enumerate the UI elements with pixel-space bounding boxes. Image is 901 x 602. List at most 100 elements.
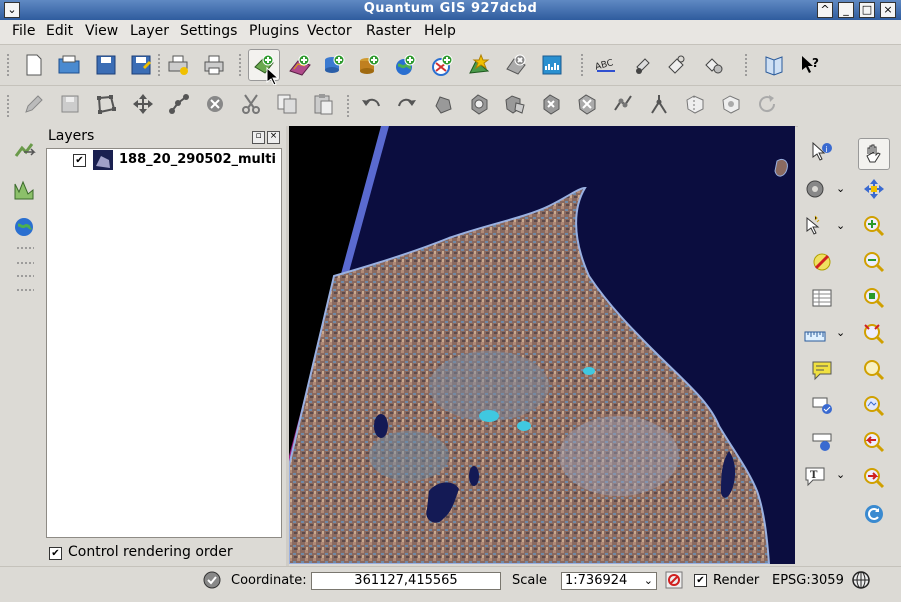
- new-spatialite-layer-icon[interactable]: [540, 53, 564, 77]
- menu-file[interactable]: File: [12, 23, 35, 39]
- select-features-icon[interactable]: [803, 214, 827, 238]
- georeferencer-icon[interactable]: [12, 215, 36, 239]
- add-feature-icon[interactable]: [94, 92, 118, 116]
- zoom-to-layer-icon[interactable]: [862, 358, 886, 382]
- pan-to-selection-icon[interactable]: [862, 177, 886, 201]
- help-contents-icon[interactable]: [762, 53, 786, 77]
- zoom-next-icon[interactable]: [862, 466, 886, 490]
- toolbar-grip[interactable]: [744, 53, 748, 77]
- menu-help[interactable]: Help: [424, 23, 456, 39]
- toolbar-grip[interactable]: [16, 288, 34, 292]
- zoom-full-icon[interactable]: [862, 286, 886, 310]
- render-checkbox[interactable]: ✔: [694, 574, 707, 587]
- toolbar-grip[interactable]: [346, 94, 350, 118]
- label-settings-icon[interactable]: [702, 53, 726, 77]
- deselect-features-icon[interactable]: [810, 250, 834, 274]
- save-edits-icon[interactable]: [58, 92, 82, 116]
- new-shapefile-icon[interactable]: [467, 53, 491, 77]
- chevron-down-icon[interactable]: ⌄: [836, 182, 845, 195]
- redo-icon[interactable]: [395, 92, 419, 116]
- text-annotation-icon[interactable]: T: [803, 464, 827, 488]
- menu-view[interactable]: View: [85, 23, 118, 39]
- menu-edit[interactable]: Edit: [46, 23, 73, 39]
- toolbar-grip[interactable]: [16, 274, 34, 278]
- crs-status[interactable]: EPSG:3059: [772, 573, 844, 588]
- copy-features-icon[interactable]: [275, 92, 299, 116]
- projection-globe-icon[interactable]: [852, 571, 870, 589]
- toolbar-grip[interactable]: [580, 53, 584, 77]
- minimize-button[interactable]: _: [838, 2, 854, 18]
- label-pin-icon[interactable]: [631, 53, 655, 77]
- remove-layer-icon[interactable]: [504, 53, 528, 77]
- show-bookmarks-icon[interactable]: [810, 430, 834, 454]
- close-button[interactable]: ×: [880, 2, 896, 18]
- coordinate-field[interactable]: 361127,415565: [311, 572, 501, 590]
- render-progress-icon[interactable]: [203, 571, 221, 589]
- attribute-table-icon[interactable]: [810, 286, 834, 310]
- close-panel-icon[interactable]: ×: [267, 131, 280, 144]
- new-project-icon[interactable]: [22, 53, 46, 77]
- menu-plugins[interactable]: Plugins: [249, 23, 299, 39]
- label-show-hide-icon[interactable]: [665, 53, 689, 77]
- add-part-icon[interactable]: [503, 92, 527, 116]
- toolbar-grip[interactable]: [6, 94, 10, 118]
- undo-icon[interactable]: [359, 92, 383, 116]
- open-project-icon[interactable]: [57, 53, 81, 77]
- zoom-native-resolution-icon[interactable]: [862, 394, 886, 418]
- delete-part-icon[interactable]: [575, 92, 599, 116]
- delete-ring-icon[interactable]: [539, 92, 563, 116]
- add-spatialite-layer-icon[interactable]: [357, 53, 381, 77]
- rotate-symbols-icon[interactable]: [755, 92, 779, 116]
- shade-button[interactable]: ^: [817, 2, 833, 18]
- toolbar-grip[interactable]: [16, 261, 34, 265]
- map-canvas[interactable]: [289, 126, 795, 564]
- menu-raster[interactable]: Raster: [366, 23, 411, 39]
- add-raster-layer-icon[interactable]: [288, 53, 312, 77]
- merge-features-icon[interactable]: [683, 92, 707, 116]
- identify-features-icon[interactable]: i: [810, 140, 834, 164]
- maximize-button[interactable]: □: [859, 2, 875, 18]
- toolbar-grip[interactable]: [6, 53, 10, 77]
- toolbar-grip[interactable]: [238, 53, 242, 77]
- split-features-icon[interactable]: [647, 92, 671, 116]
- save-project-icon[interactable]: [94, 53, 118, 77]
- menu-settings[interactable]: Settings: [180, 23, 237, 39]
- print-icon[interactable]: [202, 53, 226, 77]
- delete-selected-icon[interactable]: [203, 92, 227, 116]
- node-tool-icon[interactable]: [167, 92, 191, 116]
- terrain-profile-icon[interactable]: [12, 178, 36, 202]
- stop-rendering-icon[interactable]: [665, 571, 683, 589]
- gps-tracking-icon[interactable]: [12, 140, 36, 164]
- merge-attributes-icon[interactable]: [719, 92, 743, 116]
- measure-line-icon[interactable]: [803, 324, 827, 348]
- settings-gear-icon[interactable]: [803, 177, 827, 201]
- chevron-down-icon[interactable]: ⌄: [836, 219, 845, 232]
- move-feature-icon[interactable]: [131, 92, 155, 116]
- cut-features-icon[interactable]: [239, 92, 263, 116]
- add-ring-icon[interactable]: [467, 92, 491, 116]
- print-composer-icon[interactable]: [166, 53, 190, 77]
- chevron-down-icon[interactable]: ⌄: [836, 326, 845, 339]
- save-as-icon[interactable]: [129, 53, 153, 77]
- whats-this-icon[interactable]: ?: [798, 53, 822, 77]
- map-tips-icon[interactable]: [810, 358, 834, 382]
- menu-layer[interactable]: Layer: [130, 23, 169, 39]
- layer-visibility-checkbox[interactable]: ✔: [73, 154, 86, 167]
- paste-features-icon[interactable]: [311, 92, 335, 116]
- zoom-to-selection-icon[interactable]: [862, 322, 886, 346]
- add-wms-layer-icon[interactable]: [393, 53, 417, 77]
- reshape-features-icon[interactable]: [611, 92, 635, 116]
- control-rendering-order-checkbox[interactable]: ✔: [49, 547, 62, 560]
- layer-item[interactable]: ✔ 188_20_290502_multi: [47, 149, 281, 171]
- scale-combo[interactable]: 1:736924 ⌄: [561, 572, 657, 590]
- simplify-feature-icon[interactable]: [431, 92, 455, 116]
- zoom-last-icon[interactable]: [862, 430, 886, 454]
- toggle-editing-icon[interactable]: [22, 92, 46, 116]
- add-postgis-layer-icon[interactable]: [322, 53, 346, 77]
- chevron-down-icon[interactable]: ⌄: [836, 468, 845, 481]
- float-panel-icon[interactable]: ▫: [252, 131, 265, 144]
- toolbar-grip[interactable]: [157, 53, 161, 77]
- refresh-icon[interactable]: [862, 502, 886, 526]
- toolbar-grip[interactable]: [16, 246, 34, 250]
- zoom-out-icon[interactable]: [862, 250, 886, 274]
